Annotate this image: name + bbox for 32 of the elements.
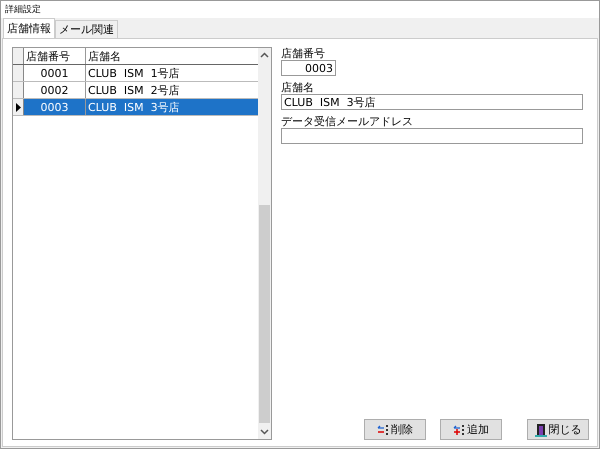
close-button[interactable]: 閉じる: [527, 419, 589, 440]
scroll-down-icon[interactable]: [260, 429, 269, 435]
table-cell: 0003: [24, 99, 86, 115]
row-header[interactable]: [13, 99, 24, 115]
tab[interactable]: メール関連: [55, 20, 118, 38]
table-row[interactable]: 0001 CLUB ISM 1号店: [13, 65, 258, 82]
table-cell: CLUB ISM 3号店: [86, 99, 258, 115]
table-cell-text: CLUB ISM 2号店: [87, 82, 181, 98]
row-pointer-icon: [16, 102, 20, 112]
field-label: 店舗番号: [281, 47, 326, 60]
scroll-up-icon[interactable]: [260, 52, 269, 58]
table-row[interactable]: 0003 CLUB ISM 3号店: [13, 99, 258, 116]
minus-rows-icon: [377, 424, 389, 436]
input-field[interactable]: CLUB ISM 3号店: [281, 94, 583, 110]
input-field[interactable]: [281, 128, 583, 144]
input-field[interactable]: 0003: [281, 60, 336, 76]
add-button[interactable]: 追加: [440, 419, 502, 440]
table-cell-text: CLUB ISM 1号店: [87, 66, 181, 81]
table-cell: 0002: [24, 82, 86, 98]
window-title: 詳細設定: [5, 4, 41, 16]
table-cell: 0001: [24, 65, 86, 81]
column-header: 店舗名: [87, 48, 122, 64]
field-label: データ受信メールアドレス: [281, 115, 414, 128]
column-header: 店舗番号: [24, 48, 86, 64]
tab[interactable]: 店舗情報: [3, 18, 55, 38]
field-label: 店舗名: [281, 81, 315, 94]
scrollbar[interactable]: [258, 48, 271, 439]
plus-rows-icon: [453, 424, 465, 436]
scrollbar-thumb[interactable]: [259, 205, 270, 423]
door-exit-icon: [534, 422, 546, 436]
row-header: [13, 48, 24, 64]
delete-button[interactable]: 削除: [364, 419, 426, 440]
